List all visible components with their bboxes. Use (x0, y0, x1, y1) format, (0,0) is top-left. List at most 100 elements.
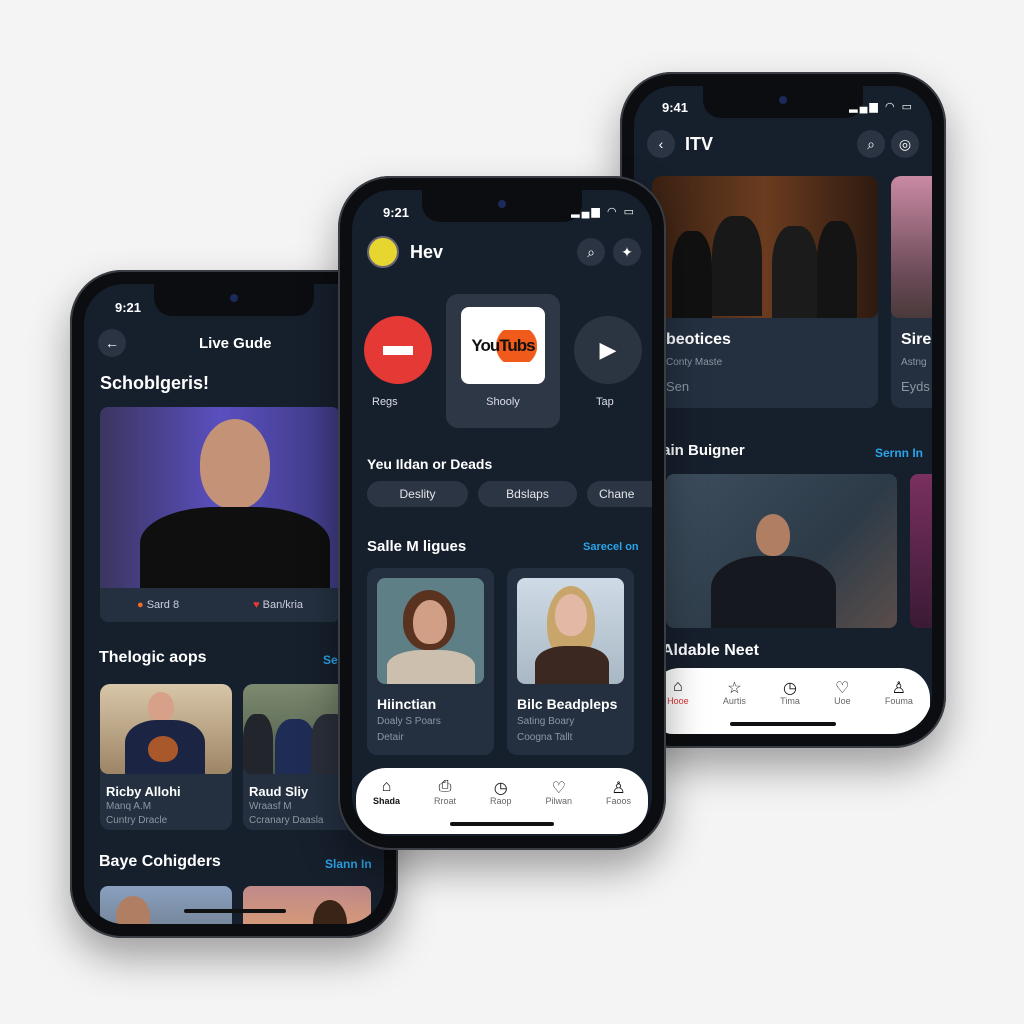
show-thumbnail[interactable] (100, 886, 232, 924)
sparkle-button[interactable]: ✦ (613, 238, 641, 266)
clock-icon: ◷ (783, 680, 797, 697)
status-time: 9:41 (662, 100, 689, 115)
heart-icon: ♡ (835, 680, 850, 697)
nav-profile[interactable]: ♙ Fouma (885, 678, 913, 734)
section-link[interactable]: Slann In (325, 857, 372, 871)
feature-title: Aldable Neet (662, 642, 759, 659)
app-label: Shooly (486, 396, 520, 408)
card-subtitle: Doaly S Poars (377, 716, 441, 727)
section-title: Salle M ligues (367, 538, 467, 555)
search-button[interactable]: ⌕ (577, 238, 605, 266)
app-shoolly-selected[interactable]: YouTubs Shooly (446, 294, 560, 428)
home-icon: ⌂ (673, 678, 683, 695)
page-title: Hev (410, 242, 444, 262)
back-button[interactable]: ← (98, 329, 126, 357)
arrow-left-icon: ← (105, 335, 119, 351)
page-title: Live Gude (199, 335, 272, 352)
show-card[interactable]: beotices Conty Maste Sen (652, 176, 878, 408)
clock-icon: ◷ (493, 780, 508, 797)
section-title: Yeu Ildan or Deads (367, 456, 493, 472)
heart-icon: ♡ (551, 780, 566, 797)
feature-thumbnail[interactable] (910, 474, 932, 628)
show-thumbnail (891, 176, 932, 318)
back-button[interactable]: ‹ (647, 130, 675, 158)
page-heading: Schoblgeris! (100, 373, 210, 393)
app-tap[interactable]: ▶ (574, 316, 642, 384)
filter-chip[interactable]: Bdslaps (478, 481, 577, 507)
show-thumbnail (100, 684, 232, 774)
right-screen: 9:41 ▂▄▆ ◠ ▭ ‹ ITV ⌕ ◎ beotices Conty Ma… (634, 86, 932, 734)
home-indicator (730, 722, 836, 726)
middle-phone: 9:21 ▂▄▆ ◠ ▭ Hev ⌕ ✦ Regs YouTubs Shooly… (338, 176, 666, 850)
feature-thumbnail[interactable] (666, 474, 897, 628)
profile-icon: ♙ (611, 780, 626, 797)
app-regs-icon (383, 345, 413, 355)
search-icon: ⌕ (587, 243, 595, 260)
nav-home[interactable]: ⌂ Shada (373, 778, 400, 834)
card-title: Sire (901, 331, 932, 348)
card-title: Ricby Allohi (106, 784, 181, 799)
nav-home[interactable]: ⌂ Hooe (667, 678, 689, 734)
section-link[interactable]: Se (323, 653, 338, 667)
sparkle-icon: ✦ (621, 243, 633, 260)
card-subtitle: Astng (901, 357, 927, 368)
status-icons: ▂▄▆ ◠ ▭ (571, 206, 636, 218)
card-subtitle: Conty Maste (666, 357, 723, 368)
compass-button[interactable]: ◎ (891, 130, 919, 158)
app-label: Tap (596, 396, 614, 408)
card-title: Bilc Beadpleps (517, 696, 618, 712)
hero-meta-channel[interactable]: ● Sard 8 (137, 599, 179, 611)
hero-meta-bar: ● Sard 8 ♥ Ban/kria (100, 588, 340, 622)
star-icon: ☆ (727, 680, 742, 697)
cast-icon: ⎙ (438, 778, 452, 795)
home-indicator (184, 909, 286, 913)
app-regs[interactable] (364, 316, 432, 384)
card-meta: Detair (377, 732, 404, 743)
hero-meta-favorite[interactable]: ♥ Ban/kria (253, 599, 303, 611)
status-time: 9:21 (383, 205, 410, 220)
person-card[interactable]: Bilc Beadpleps Sating Boary Coogna Tallt (507, 568, 634, 755)
play-download-icon: ▶ (599, 337, 617, 362)
status-icons: ▂▄▆ ◠ ▭ (849, 101, 914, 113)
nav-profile[interactable]: ♙ Faoos (606, 778, 631, 834)
app-label: Regs (372, 396, 398, 408)
status-time: 9:21 (115, 300, 142, 315)
channel-logo-icon: ● (136, 599, 144, 611)
show-thumbnail[interactable] (243, 886, 371, 924)
card-meta: Cuntry Dracle (106, 815, 168, 826)
card-title: Hiinctian (377, 696, 437, 712)
profile-icon: ♙ (891, 680, 907, 697)
card-meta: Ccranary Daasla (249, 815, 324, 826)
nav-favorites[interactable]: ♡ Uoe (834, 678, 851, 734)
card-meta: Coogna Tallt (517, 732, 573, 743)
card-title: Raud Sliy (249, 784, 309, 799)
show-card[interactable]: Sire Astng Eyds (891, 176, 932, 408)
person-card[interactable]: Hiinctian Doaly S Poars Detair (367, 568, 494, 755)
chevron-left-icon: ‹ (658, 136, 664, 152)
card-title: beotices (666, 331, 731, 348)
person-photo (517, 578, 624, 684)
section-link[interactable]: Sarecel on (583, 541, 639, 553)
filter-chip[interactable]: Deslity (367, 481, 468, 507)
section-title: Thelogic aops (99, 649, 207, 666)
filter-chip[interactable]: Chane (587, 481, 652, 507)
page-title: ITV (685, 134, 714, 154)
card-meta: Eyds (901, 379, 930, 394)
home-icon: ⌂ (381, 778, 392, 795)
person-photo (377, 578, 484, 684)
avatar[interactable] (367, 236, 399, 268)
heart-icon: ♥ (253, 599, 260, 611)
card-subtitle: Wraasf M (249, 801, 292, 812)
card-subtitle: Manq A.M (106, 801, 152, 812)
card-subtitle: Sating Boary (517, 716, 575, 727)
show-thumbnail (652, 176, 878, 318)
section-title: Baye Cohigders (99, 853, 221, 870)
hero-thumbnail[interactable] (100, 407, 340, 589)
compass-icon: ◎ (898, 135, 912, 152)
show-card[interactable]: Ricby Allohi Manq A.M Cuntry Dracle (100, 684, 232, 830)
youtube-logo-icon: YouTubs (461, 307, 545, 384)
right-phone: 9:41 ▂▄▆ ◠ ▭ ‹ ITV ⌕ ◎ beotices Conty Ma… (620, 72, 946, 748)
search-button[interactable]: ⌕ (857, 130, 885, 158)
card-meta: Sen (666, 379, 690, 394)
section-link[interactable]: Sernn In (875, 446, 923, 460)
